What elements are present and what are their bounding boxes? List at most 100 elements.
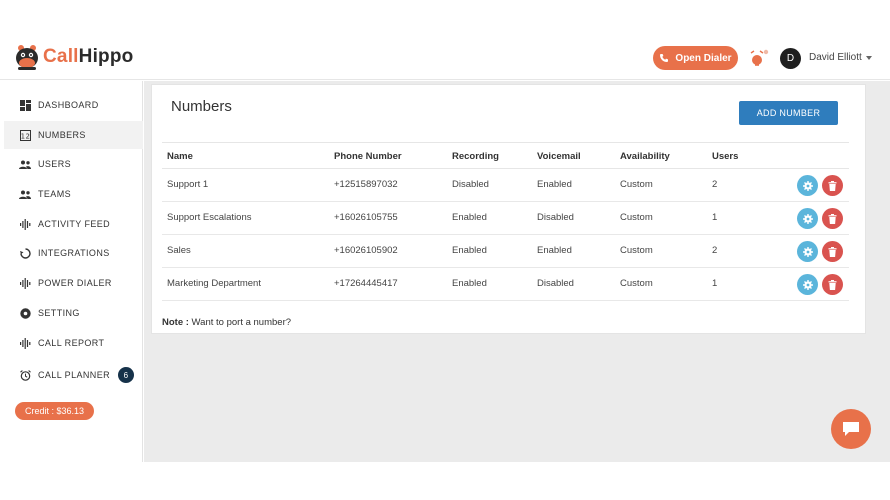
numbers-icon: 12 xyxy=(19,129,31,141)
column-header-availability: Availability xyxy=(620,151,670,162)
table-row[interactable]: Support Escalations +16026105755 Enabled… xyxy=(162,202,849,235)
trash-icon xyxy=(828,279,837,290)
cell-voicemail: Disabled xyxy=(537,212,574,223)
chat-bubble-icon xyxy=(843,422,859,436)
sidebar-item-teams[interactable]: TEAMS xyxy=(4,180,143,208)
integrations-icon xyxy=(19,247,31,259)
cell-voicemail: Enabled xyxy=(537,179,572,190)
user-menu[interactable]: David Elliott xyxy=(809,52,872,63)
column-header-users: Users xyxy=(712,151,739,162)
sidebar-item-setting[interactable]: SETTING xyxy=(4,299,143,327)
logo-text: CallHippo xyxy=(43,46,134,67)
cell-availability: Custom xyxy=(620,212,653,223)
sidebar: DASHBOARD 12 NUMBERS USERS TEAMS ACTIVIT… xyxy=(0,81,143,462)
delete-button[interactable] xyxy=(822,175,843,196)
cell-users: 1 xyxy=(712,212,718,223)
cell-availability: Custom xyxy=(620,245,653,256)
hippo-logo-icon xyxy=(16,45,38,70)
callhippo-logo[interactable]: CallHippo xyxy=(14,42,133,72)
delete-button[interactable] xyxy=(822,274,843,295)
trash-icon xyxy=(828,213,837,224)
chat-button[interactable] xyxy=(831,409,871,449)
settings-button[interactable] xyxy=(797,274,818,295)
column-header-voicemail: Voicemail xyxy=(537,151,581,162)
gear-icon xyxy=(802,213,813,224)
cell-users: 2 xyxy=(712,245,718,256)
cell-recording: Enabled xyxy=(452,245,487,256)
cell-voicemail: Enabled xyxy=(537,245,572,256)
alarm-clock-icon xyxy=(19,369,31,381)
gear-icon xyxy=(802,246,813,257)
sidebar-item-label: CALL REPORT xyxy=(38,338,105,348)
add-number-button[interactable]: ADD NUMBER xyxy=(739,101,838,125)
cell-users: 1 xyxy=(712,278,718,289)
settings-button[interactable] xyxy=(797,241,818,262)
cell-phone: +17264445417 xyxy=(334,278,398,289)
open-dialer-button[interactable]: Open Dialer xyxy=(653,46,738,70)
phone-icon xyxy=(660,54,669,62)
cell-phone: +12515897032 xyxy=(334,179,398,190)
activity-icon xyxy=(19,218,31,230)
settings-button[interactable] xyxy=(797,175,818,196)
note-text[interactable]: Want to port a number? xyxy=(189,317,291,328)
table-row[interactable]: Sales +16026105902 Enabled Enabled Custo… xyxy=(162,235,849,268)
notification-alarm-icon[interactable] xyxy=(749,49,769,67)
cell-phone: +16026105902 xyxy=(334,245,398,256)
cell-phone: +16026105755 xyxy=(334,212,398,223)
delete-button[interactable] xyxy=(822,208,843,229)
setting-icon xyxy=(19,307,31,319)
column-header-name: Name xyxy=(167,151,193,162)
sidebar-item-label: SETTING xyxy=(38,308,80,318)
table-row[interactable]: Support 1 +12515897032 Disabled Enabled … xyxy=(162,169,849,202)
settings-button[interactable] xyxy=(797,208,818,229)
sidebar-item-call-report[interactable]: CALL REPORT xyxy=(4,329,143,357)
sidebar-item-integrations[interactable]: INTEGRATIONS xyxy=(4,239,143,267)
top-header: CallHippo Open Dialer D David Elliott xyxy=(0,0,890,80)
user-name: David Elliott xyxy=(809,52,862,63)
row-actions xyxy=(797,175,843,196)
sidebar-item-label: USERS xyxy=(38,159,72,169)
cell-availability: Custom xyxy=(620,278,653,289)
power-dialer-icon xyxy=(19,277,31,289)
row-actions xyxy=(797,274,843,295)
table-row[interactable]: Marketing Department +17264445417 Enable… xyxy=(162,268,849,301)
sidebar-item-dashboard[interactable]: DASHBOARD xyxy=(4,91,143,119)
caret-down-icon xyxy=(865,55,872,60)
cell-availability: Custom xyxy=(620,179,653,190)
column-header-phone: Phone Number xyxy=(334,151,402,162)
open-dialer-label: Open Dialer xyxy=(675,52,732,64)
sidebar-item-activity-feed[interactable]: ACTIVITY FEED xyxy=(4,210,143,238)
delete-button[interactable] xyxy=(822,241,843,262)
port-number-note: Note : Want to port a number? xyxy=(162,317,291,328)
main-content: Numbers ADD NUMBER Name Phone Number Rec… xyxy=(144,81,890,462)
svg-text:12: 12 xyxy=(20,132,30,140)
teams-icon xyxy=(19,188,31,200)
note-label: Note : xyxy=(162,317,189,328)
sidebar-item-call-planner[interactable]: CALL PLANNER 6 xyxy=(4,361,143,389)
sidebar-item-label: NUMBERS xyxy=(38,130,86,140)
column-header-recording: Recording xyxy=(452,151,499,162)
sidebar-item-label: INTEGRATIONS xyxy=(38,248,110,258)
sidebar-item-label: POWER DIALER xyxy=(38,278,112,288)
gear-icon xyxy=(802,180,813,191)
call-planner-count-badge: 6 xyxy=(118,367,134,383)
avatar[interactable]: D xyxy=(780,48,801,69)
cell-recording: Enabled xyxy=(452,212,487,223)
cell-name: Support Escalations xyxy=(167,212,252,223)
call-report-icon xyxy=(19,337,31,349)
sidebar-item-label: DASHBOARD xyxy=(38,100,99,110)
cell-name: Marketing Department xyxy=(167,278,261,289)
gear-icon xyxy=(802,279,813,290)
sidebar-item-numbers[interactable]: 12 NUMBERS xyxy=(4,121,143,149)
dashboard-icon xyxy=(19,99,31,111)
row-actions xyxy=(797,208,843,229)
numbers-table: Name Phone Number Recording Voicemail Av… xyxy=(162,142,849,301)
sidebar-item-label: CALL PLANNER xyxy=(38,370,110,380)
sidebar-item-label: TEAMS xyxy=(38,189,72,199)
trash-icon xyxy=(828,180,837,191)
sidebar-item-label: ACTIVITY FEED xyxy=(38,219,111,229)
sidebar-item-power-dialer[interactable]: POWER DIALER xyxy=(4,269,143,297)
sidebar-item-users[interactable]: USERS xyxy=(4,150,143,178)
cell-recording: Enabled xyxy=(452,278,487,289)
table-header: Name Phone Number Recording Voicemail Av… xyxy=(162,142,849,169)
